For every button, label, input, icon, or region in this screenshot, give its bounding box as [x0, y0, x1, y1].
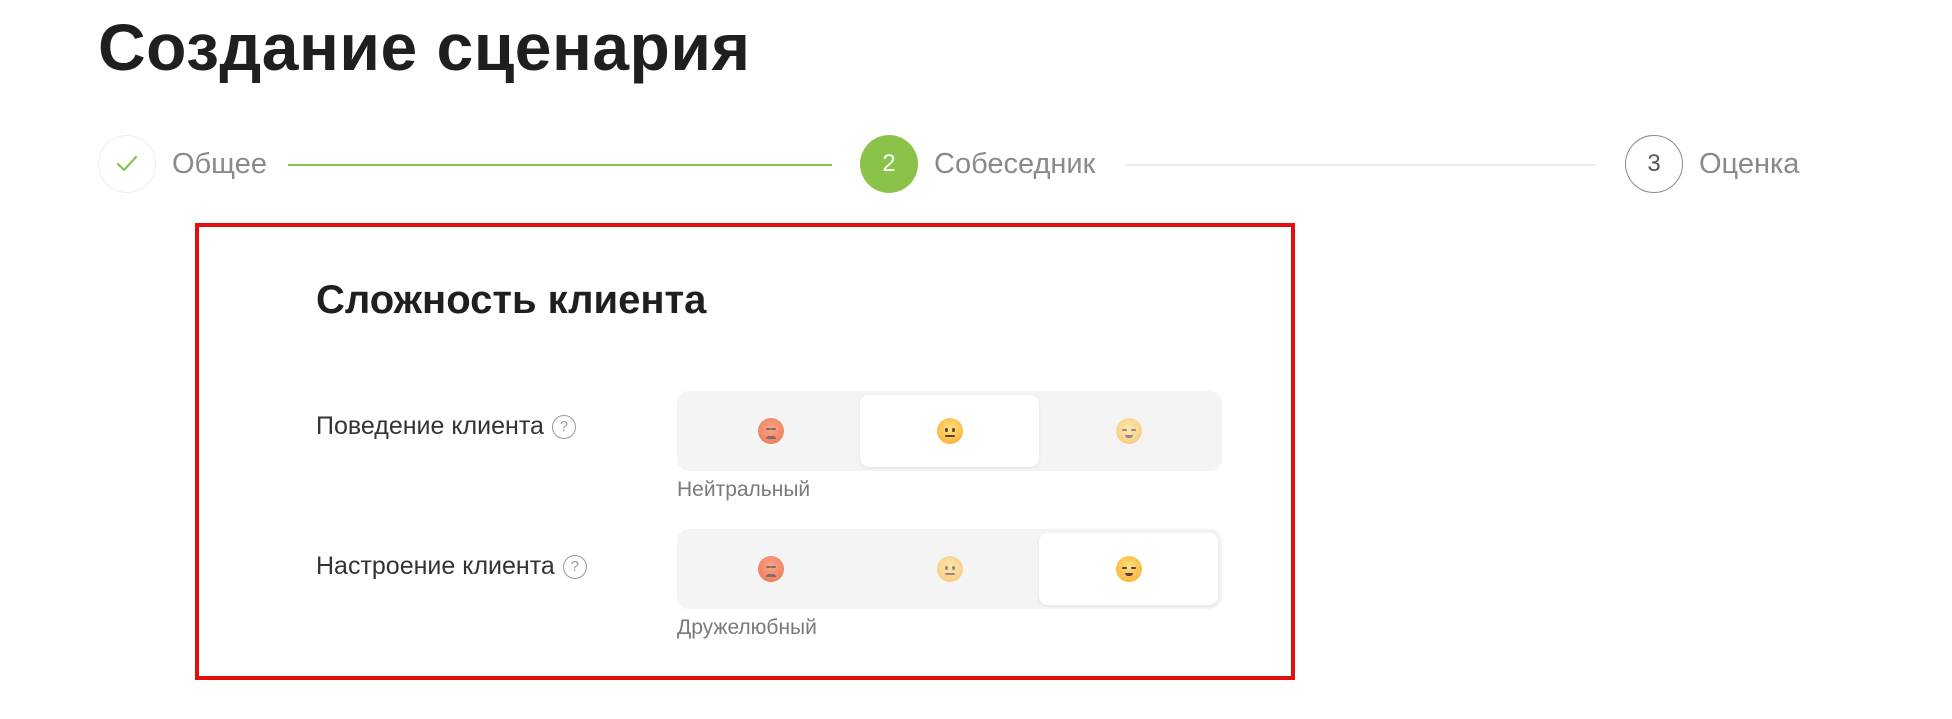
step-interlocutor[interactable]: 2 Собеседник	[860, 133, 1095, 195]
calm-emoji-icon	[1115, 418, 1142, 444]
client-mood-selector	[677, 529, 1222, 609]
check-icon	[116, 155, 138, 172]
client-mood-selected-text: Дружелюбный	[677, 616, 817, 639]
client-behavior-option-angry[interactable]	[681, 395, 860, 467]
client-behavior-selector	[677, 391, 1222, 471]
client-mood-option-calm[interactable]	[1039, 533, 1218, 605]
step-interlocutor-label: Собеседник	[934, 147, 1096, 180]
client-behavior-label: Поведение клиента ?	[316, 412, 576, 441]
section-title: Сложность клиента	[316, 278, 707, 322]
client-mood-label-text: Настроение клиента	[316, 552, 555, 580]
step-general-label: Общее	[172, 147, 267, 180]
page-title: Создание сценария	[98, 10, 751, 84]
client-behavior-selected-text: Нейтральный	[677, 478, 811, 501]
angry-emoji-icon	[757, 556, 784, 582]
calm-emoji-icon	[1115, 556, 1142, 582]
angry-emoji-icon	[757, 418, 784, 444]
neutral-emoji-icon	[936, 418, 963, 444]
step-general[interactable]: Общее	[98, 133, 267, 195]
client-behavior-label-text: Поведение клиента	[316, 412, 544, 440]
client-behavior-option-calm[interactable]	[1039, 395, 1218, 467]
step-evaluation[interactable]: 3 Оценка	[1625, 133, 1799, 195]
stepper-line-pending	[1126, 164, 1596, 166]
stepper-line-completed	[288, 164, 832, 166]
client-behavior-option-neutral[interactable]	[860, 395, 1039, 467]
help-icon[interactable]: ?	[562, 554, 587, 579]
step-general-marker	[98, 135, 156, 193]
step-interlocutor-number: 2	[860, 135, 918, 193]
client-mood-option-angry[interactable]	[681, 533, 860, 605]
help-icon[interactable]: ?	[551, 414, 576, 439]
page: Создание сценария Общее 2 Собеседник 3 О…	[0, 0, 1952, 719]
step-evaluation-number: 3	[1625, 135, 1683, 193]
step-evaluation-label: Оценка	[1699, 147, 1800, 180]
stepper: Общее 2 Собеседник 3 Оценка	[98, 133, 1818, 195]
client-mood-label: Настроение клиента ?	[316, 552, 587, 581]
client-mood-option-neutral[interactable]	[860, 533, 1039, 605]
neutral-emoji-icon	[936, 556, 963, 582]
